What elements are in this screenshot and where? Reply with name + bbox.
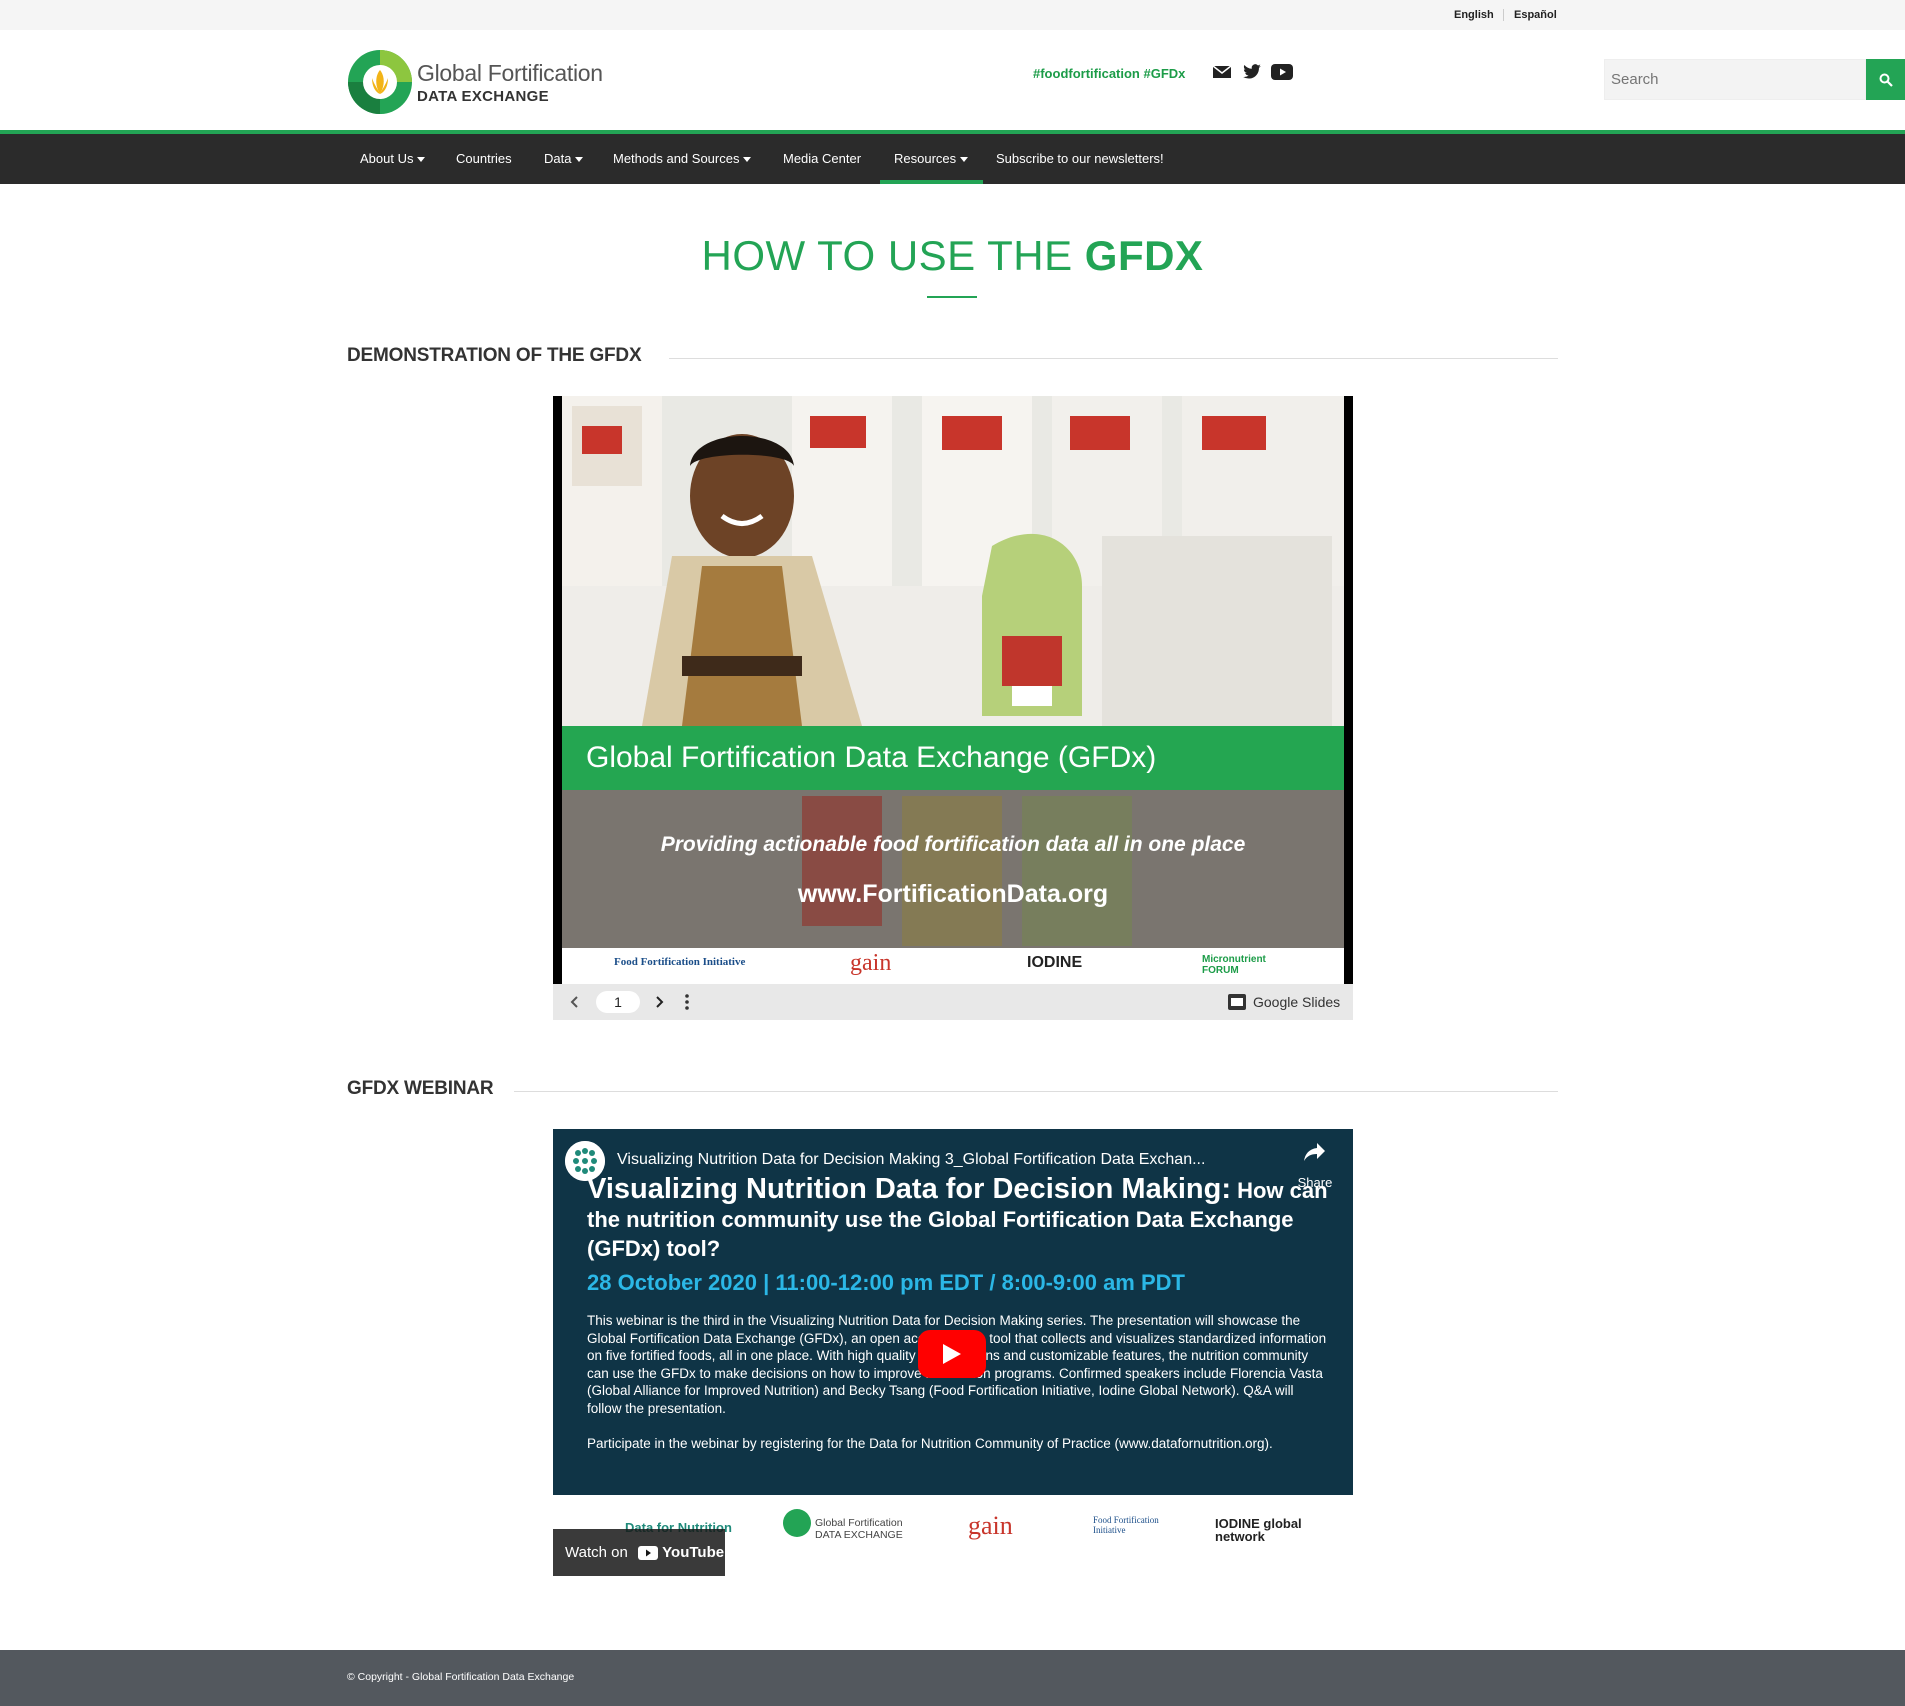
site-footer: © Copyright - Global Fortification Data …	[0, 1650, 1905, 1706]
webinar-headline: Visualizing Nutrition Data for Decision …	[587, 1173, 1328, 1262]
previous-slide-button[interactable]	[565, 984, 585, 1020]
slide-page-number: 1	[596, 991, 640, 1013]
nav-active-indicator	[880, 180, 983, 184]
nav-resources[interactable]: Resources	[894, 134, 969, 184]
page-title: HOW TO USE THE GFDX	[701, 232, 1204, 279]
caret-down-icon	[743, 157, 752, 163]
watch-on-youtube-button[interactable]: Watch on YouTube	[553, 1529, 725, 1576]
webinar-date: 28 October 2020 | 11:00-12:00 pm EDT / 8…	[587, 1270, 1185, 1295]
google-slides-link[interactable]: Google Slides	[1253, 994, 1340, 1010]
more-options-button[interactable]	[679, 984, 695, 1020]
language-bar: English Español	[0, 0, 1905, 30]
slide-partner-logos: Food Fortification Initiative gain IODIN…	[562, 948, 1344, 984]
ffi-logo: Food Fortification Initiative	[614, 956, 746, 968]
webinar-section-heading: GFDX WEBINAR	[347, 1078, 494, 1099]
slide-tagline: Providing actionable food fortification …	[660, 833, 1246, 856]
more-vert-icon	[685, 994, 689, 1010]
gain-logo: gain	[850, 950, 892, 976]
search-input[interactable]	[1611, 71, 1865, 88]
title-underline	[927, 296, 977, 298]
section-divider	[514, 1091, 1558, 1092]
language-divider	[1503, 9, 1504, 21]
language-spanish-link[interactable]: Español	[1514, 9, 1557, 21]
search-icon	[1879, 73, 1893, 87]
nav-media-center[interactable]: Media Center	[783, 134, 861, 184]
section-divider	[669, 358, 1558, 359]
slide-banner: Global Fortification Data Exchange (GFDx…	[562, 726, 1344, 790]
caret-down-icon	[417, 157, 426, 163]
caret-down-icon	[960, 157, 969, 163]
nav-subscribe[interactable]: Subscribe to our newsletters!	[996, 134, 1164, 184]
webinar-paragraph: Participate in the webinar by registerin…	[587, 1435, 1273, 1451]
search-button[interactable]	[1866, 59, 1905, 100]
gain-logo: gain	[968, 1511, 1013, 1540]
iodine-logo: IODINE	[1027, 954, 1083, 971]
site-header: Global Fortification DATA EXCHANGE #food…	[0, 30, 1905, 130]
youtube-embed[interactable]: Visualizing Nutrition Data for Decision …	[553, 1129, 1353, 1495]
search-field[interactable]	[1604, 59, 1866, 100]
youtube-icon	[637, 1546, 658, 1561]
youtube-icon[interactable]	[1271, 64, 1293, 82]
slide-url: www.FortificationData.org	[797, 880, 1109, 908]
gfdx-partner-logo: Global Fortification DATA EXCHANGE	[815, 1517, 903, 1541]
caret-down-icon	[575, 157, 584, 163]
micronutrient-forum-logo: Micronutrient FORUM	[1202, 954, 1266, 976]
iodine-logo: IODINE global network	[1215, 1516, 1302, 1544]
nav-about-us[interactable]: About Us	[360, 134, 426, 184]
logo-subtitle: DATA EXCHANGE	[417, 88, 549, 105]
ffi-logo: Food Fortification Initiative	[1093, 1515, 1159, 1535]
twitter-icon[interactable]	[1242, 64, 1264, 82]
play-button[interactable]	[918, 1330, 986, 1378]
video-title[interactable]: Visualizing Nutrition Data for Decision …	[617, 1151, 1277, 1169]
main-nav: About Us Countries Data Methods and Sour…	[0, 134, 1905, 184]
nav-methods-and-sources[interactable]: Methods and Sources	[613, 134, 752, 184]
mail-icon[interactable]	[1212, 64, 1234, 82]
share-icon	[1304, 1143, 1325, 1161]
gfdx-logo-mark	[783, 1509, 811, 1537]
chevron-left-icon	[570, 996, 578, 1008]
slides-control-bar: 1 Google Slides	[553, 984, 1353, 1020]
logo-title: Global Fortification	[417, 60, 603, 86]
google-slides-embed[interactable]: Global Fortification Data Exchange (GFDx…	[553, 396, 1353, 1020]
nav-data[interactable]: Data	[544, 134, 584, 184]
hashtags-text: #foodfortification #GFDx	[1033, 66, 1186, 81]
demo-section-heading: DEMONSTRATION OF THE GFDX	[347, 345, 642, 366]
language-english-link[interactable]: English	[1454, 9, 1494, 21]
google-slides-icon	[1227, 984, 1247, 1020]
gfdx-logo-mark	[348, 50, 412, 114]
next-slide-button[interactable]	[649, 984, 669, 1020]
footer-copyright: © Copyright - Global Fortification Data …	[347, 1671, 575, 1683]
chevron-right-icon	[656, 996, 664, 1008]
nav-countries[interactable]: Countries	[456, 134, 512, 184]
site-logo[interactable]: Global Fortification DATA EXCHANGE	[347, 48, 607, 116]
play-icon	[943, 1344, 961, 1364]
